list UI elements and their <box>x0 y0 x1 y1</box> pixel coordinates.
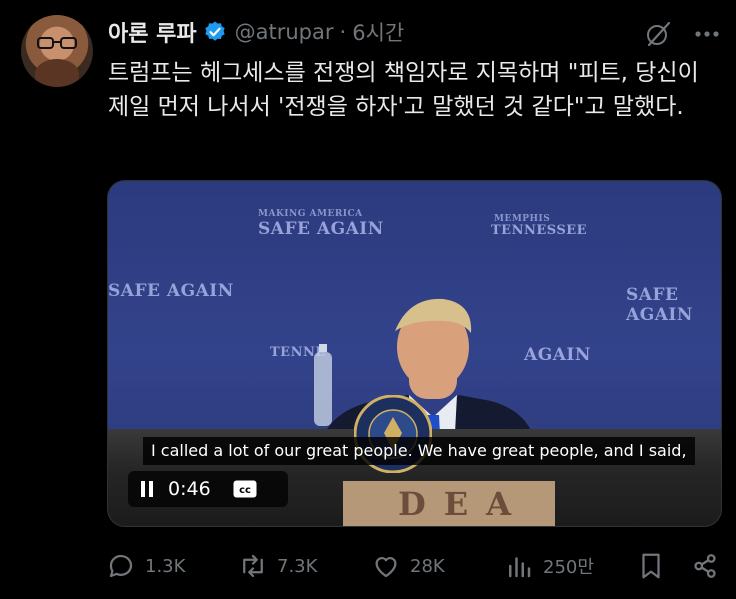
like-count: 28K <box>410 555 445 577</box>
repost-count: 7.3K <box>277 555 318 577</box>
video-timestamp: 0:46 <box>168 478 211 500</box>
banner-tennessee-1: TENNESSEE <box>491 223 588 238</box>
bookmark-button[interactable] <box>636 548 666 584</box>
author-name[interactable]: 아론 루파 <box>108 16 197 48</box>
reply-button[interactable]: 1.3K <box>106 548 185 584</box>
grok-icon[interactable] <box>644 20 672 48</box>
views-count: 250만 <box>543 557 594 578</box>
repost-icon <box>243 554 263 578</box>
header-separator: · <box>339 20 347 44</box>
pause-icon[interactable] <box>140 480 154 498</box>
banner-safe-again-2: SAFE AGAIN <box>108 281 234 301</box>
share-icon <box>694 554 716 578</box>
tweet-time[interactable]: 6시간 <box>352 17 404 47</box>
tweet-text: 트럼프는 헤그세스를 전쟁의 책임자로 지목하며 "피트, 당신이 제일 먼저 … <box>108 60 699 120</box>
like-icon <box>375 557 397 578</box>
like-button[interactable]: 28K <box>371 548 445 584</box>
reply-icon <box>109 554 133 578</box>
more-icon[interactable] <box>690 22 724 46</box>
banner-safe-again-3: SAFE AGAIN <box>626 285 693 325</box>
video-player[interactable]: MAKING AMERICA SAFE AGAIN MEMPHIS TENNES… <box>107 180 722 527</box>
author-handle[interactable]: @atrupar <box>235 20 334 44</box>
repost-button[interactable]: 7.3K <box>238 548 317 584</box>
cc-icon[interactable]: cc <box>233 480 257 498</box>
action-bar: 1.3K 7.3K 28K 250만 <box>106 548 726 584</box>
bookmark-icon <box>642 553 660 579</box>
verified-badge-icon <box>204 21 225 41</box>
views-button[interactable]: 250만 <box>504 548 594 584</box>
tweet-header: 아론 루파 @atrupar · 6시간 <box>108 16 404 48</box>
avatar-beard <box>35 59 79 87</box>
author-avatar[interactable] <box>21 15 93 87</box>
water-bottle <box>314 344 332 426</box>
video-subtitle: I called a lot of our great people. We h… <box>143 437 695 465</box>
share-button[interactable] <box>690 548 720 584</box>
banner-safe-again-1: SAFE AGAIN <box>258 219 384 239</box>
cc-label: cc <box>239 485 251 496</box>
glasses-graphic <box>37 37 77 49</box>
video-controls: 0:46 cc <box>128 471 288 507</box>
views-icon <box>509 557 531 578</box>
reply-count: 1.3K <box>145 555 186 577</box>
dea-box-text: DEA <box>398 485 529 523</box>
banner-making-america-1: MAKING AMERICA <box>258 209 363 219</box>
